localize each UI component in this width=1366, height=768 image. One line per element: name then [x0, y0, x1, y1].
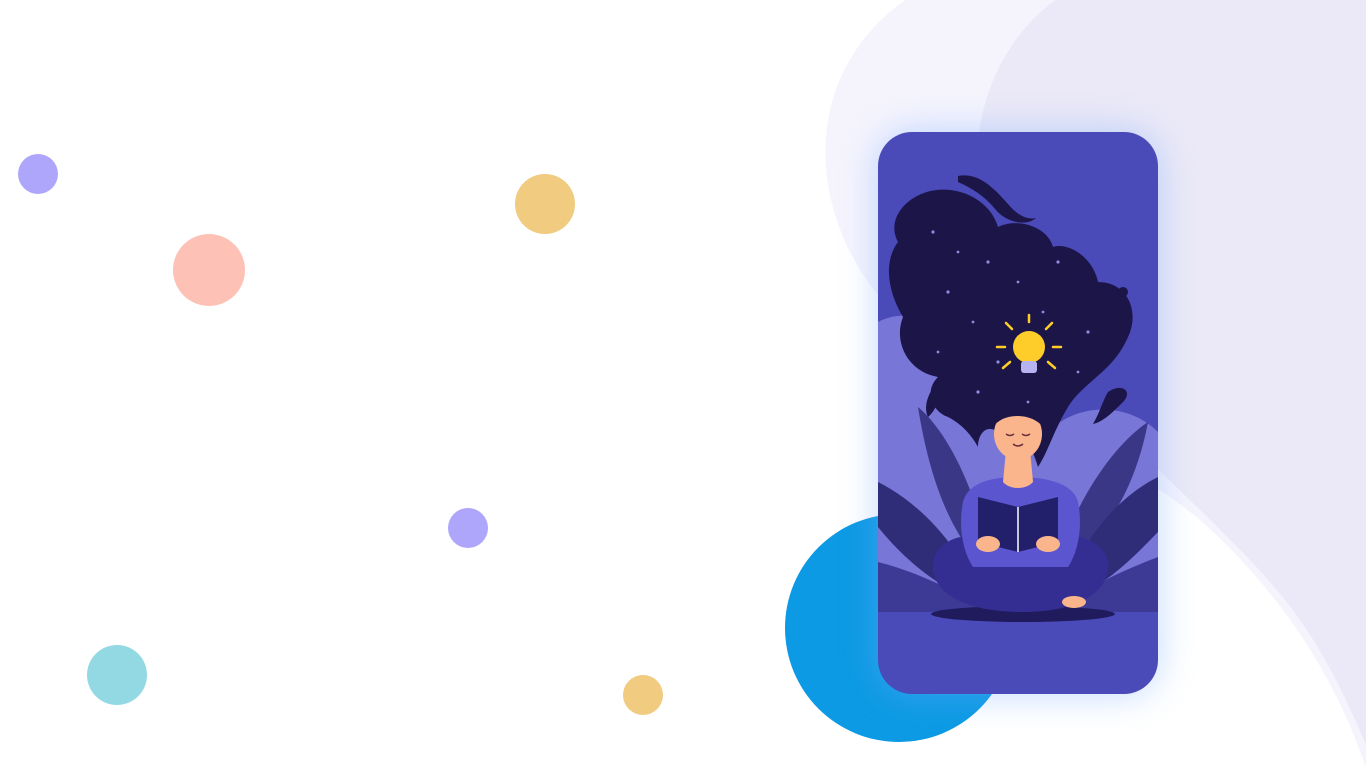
reading-woman-illustration — [878, 132, 1158, 694]
pink-dot — [173, 234, 245, 306]
landing-hero — [0, 0, 1366, 768]
purple-dot — [18, 154, 58, 194]
teal-dot — [87, 645, 147, 705]
yellow-dot — [515, 174, 575, 234]
yellow-dot — [623, 675, 663, 715]
purple-dot — [448, 508, 488, 548]
background-wave — [825, 0, 1366, 768]
phone-mockup — [878, 132, 1158, 694]
